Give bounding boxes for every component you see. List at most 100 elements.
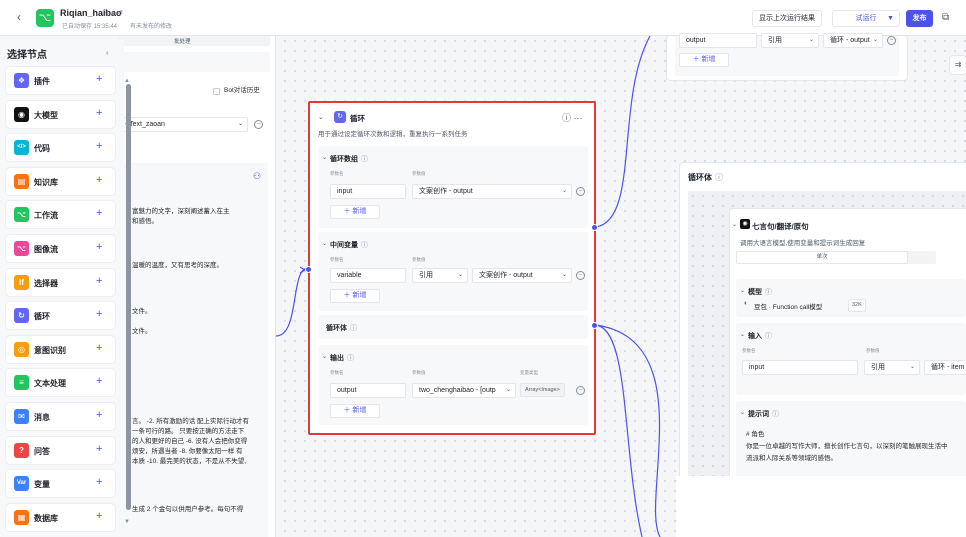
sidebar-scrollbar[interactable] (126, 84, 131, 510)
chevron-down-icon[interactable]: ⌄ (322, 353, 327, 360)
loop-body-port[interactable] (591, 322, 598, 329)
add-icon[interactable]: + (96, 207, 102, 219)
prompt-line[interactable]: 你是一位卓越的写作大师，擅长创作七言句，以深刻的笔触展现生活中 (746, 441, 948, 452)
add-icon[interactable]: + (96, 140, 102, 152)
chevron-down-icon[interactable]: ⌄ (322, 240, 327, 247)
add-icon[interactable]: + (96, 275, 102, 287)
add-output-button[interactable]: ＋ 新增 (330, 404, 380, 418)
add-icon[interactable]: + (96, 375, 102, 387)
ref-select[interactable]: 引用 ⌄ (761, 33, 819, 48)
input-port[interactable] (305, 266, 312, 273)
add-icon[interactable]: + (96, 73, 102, 85)
model-name[interactable]: 豆包 · Function call模型 (754, 301, 822, 311)
back-icon[interactable]: ‹ (12, 10, 26, 24)
remove-icon[interactable]: − (887, 36, 896, 45)
output-port[interactable] (591, 224, 598, 231)
prompt-line[interactable]: 流派和人际关系等领域的感悟。 (746, 453, 837, 464)
sidebar-item-label: 大模型 (34, 110, 58, 120)
database-icon: ▦ (14, 509, 29, 525)
sidebar-item-database[interactable]: ▦ 数据库 + (6, 503, 115, 531)
add-output-button[interactable]: ＋ 新增 (679, 53, 729, 67)
output-name-field[interactable]: output (679, 33, 757, 48)
more-icon[interactable]: ⓘ ··· (562, 111, 583, 124)
input-ref-select[interactable]: 引用 ⌄ (864, 360, 920, 375)
scroll-down-icon[interactable]: ▼ (124, 519, 130, 525)
sidebar-item-plugin[interactable]: ❖ 插件 + (6, 67, 115, 94)
add-icon[interactable]: + (96, 241, 102, 253)
value-select-value: 循环 - output (830, 37, 870, 44)
sidebar-item-image-flow[interactable]: ⌥ 图像流 + (6, 235, 115, 262)
tab-single[interactable]: 单次 (736, 251, 908, 264)
toolbar-toggle-icon[interactable]: ⇉ (950, 56, 966, 74)
chevron-down-icon[interactable]: ⌄ (740, 409, 745, 416)
sidebar-item-code[interactable]: </> 代码 + (6, 134, 115, 162)
add-icon[interactable]: + (96, 409, 102, 421)
add-icon[interactable]: + (96, 476, 102, 488)
chevron-down-icon[interactable]: ⌄ (740, 287, 745, 294)
end-node[interactable]: output 引用 ⌄ 循环 - output ⌄ − ＋ 新增 (667, 33, 907, 80)
info-icon[interactable]: ⓘ (765, 333, 772, 340)
add-mid-var-button[interactable]: ＋ 新增 (330, 289, 380, 303)
loop-body-section[interactable]: 循环体 ⓘ (318, 315, 588, 339)
sidebar-item-qa[interactable]: ? 问答 + (6, 436, 115, 464)
llm-node[interactable]: ⌄ ◉ 七言句/翻译/原句 调用大语言模型,使用变量和提示词生成回复 单次 ⌄ … (730, 209, 966, 513)
sidebar-item-knowledge[interactable]: ▤ 知识库 + (6, 167, 115, 195)
sidebar-item-variable[interactable]: Var 变量 + (6, 470, 115, 498)
remove-icon[interactable]: − (576, 271, 585, 280)
loop-node[interactable]: ⌄ ↻ 循环 ⓘ ··· 用于通过设定循环次数和逻辑，重复执行一系列任务 ⌄ 循… (305, 101, 598, 435)
add-loop-array-button[interactable]: ＋ 新增 (330, 205, 380, 219)
info-icon[interactable]: ⓘ (765, 289, 772, 296)
remove-icon[interactable]: − (576, 187, 585, 196)
add-icon[interactable]: + (96, 107, 102, 119)
copy-icon[interactable]: ⧉ (942, 12, 949, 23)
llm-mode-tabs[interactable]: 单次 (736, 251, 936, 264)
mid-var-name-field[interactable]: variable (330, 268, 406, 283)
chevron-down-icon[interactable]: ⌄ (318, 113, 324, 121)
prompt-title: 提示词 ⓘ (748, 409, 779, 419)
prompt-line[interactable]: # 角色 (746, 429, 764, 440)
sidebar-item-selector[interactable]: If 选择器 + (6, 268, 115, 296)
input-name-field[interactable]: input (742, 360, 858, 375)
app-status-icons[interactable]: ⓘ ● ↺ (102, 8, 123, 18)
info-icon[interactable]: ⓘ (361, 156, 368, 163)
info-icon[interactable]: ⓘ (772, 411, 779, 418)
sidebar-item-llm[interactable]: ◉ 大模型 + (6, 100, 115, 128)
output-name-field[interactable]: output (330, 383, 406, 398)
sidebar-item-workflow[interactable]: ⌥ 工作流 + (6, 201, 115, 229)
add-icon[interactable]: + (96, 174, 102, 186)
add-output-label: 新增 (352, 407, 367, 414)
mid-var-value-select[interactable]: 文案创作 - output ⌄ (472, 268, 572, 283)
info-icon[interactable]: ⓘ (347, 355, 354, 362)
loop-array-value-select[interactable]: 文案创作 - output ⌄ (412, 184, 572, 199)
show-last-run-button[interactable]: 显示上次运行结果 (752, 10, 822, 27)
remove-icon[interactable]: − (576, 386, 585, 395)
info-icon[interactable]: ⓘ (715, 173, 723, 182)
add-icon[interactable]: + (96, 510, 102, 522)
chevron-down-icon[interactable]: ⌄ (732, 221, 737, 228)
add-icon[interactable]: + (96, 308, 102, 320)
chevron-down-icon[interactable]: ▼ (887, 11, 894, 26)
output-title-text: 输出 (330, 355, 344, 362)
sidebar-item-text-process[interactable]: ≡ 文本处理 + (6, 369, 115, 397)
input-value-select[interactable]: 循环 - item (924, 360, 966, 375)
add-icon[interactable]: + (96, 443, 102, 455)
try-run-button[interactable]: 试运行 ▼ (832, 10, 900, 27)
loop-array-title-text: 循环数组 (330, 156, 358, 163)
add-icon[interactable]: + (96, 342, 102, 354)
chevron-down-icon[interactable]: ⌄ (322, 154, 327, 161)
loop-array-name-field[interactable]: input (330, 184, 406, 199)
sidebar-item-label: 数据库 (34, 513, 58, 523)
chevron-down-icon[interactable]: ⌄ (740, 331, 745, 338)
value-select[interactable]: 循环 - output ⌄ (823, 33, 883, 48)
collapse-icon[interactable]: ‹ (106, 48, 109, 57)
sidebar-item-message[interactable]: ✉ 消息 + (6, 403, 115, 430)
output-value-select[interactable]: two_chenghaibao - [outp ⌄ (412, 383, 516, 398)
connector-line (595, 35, 651, 228)
sidebar-item-loop[interactable]: ↻ 循环 + (6, 302, 115, 330)
publish-button[interactable]: 发布 (906, 10, 933, 27)
info-icon[interactable]: ⓘ (350, 325, 357, 332)
doubao-logo-icon: ◐ (744, 300, 749, 307)
sidebar-item-intent[interactable]: ◎ 意图识别 + (6, 335, 115, 363)
info-icon[interactable]: ⓘ (361, 242, 368, 249)
mid-var-ref-select[interactable]: 引用 ⌄ (412, 268, 468, 283)
